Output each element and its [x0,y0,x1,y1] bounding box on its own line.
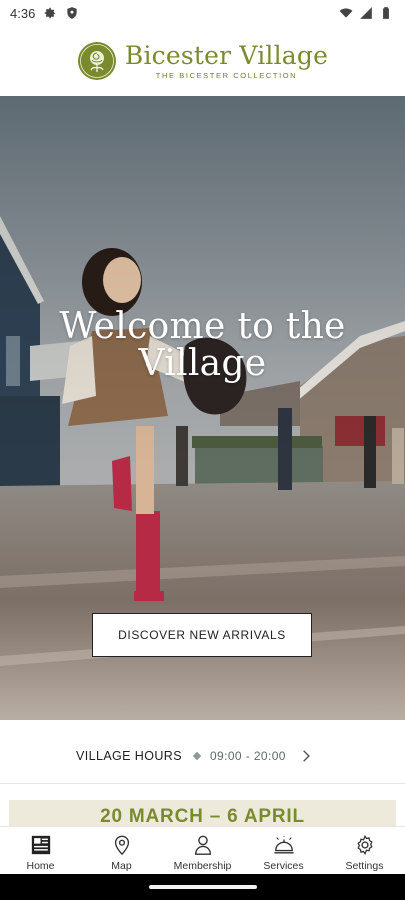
brand-name: Bicester Village [124,41,329,70]
status-right [339,6,393,20]
diamond-separator-icon [192,751,202,760]
nav-home-label: Home [26,860,55,872]
status-bar: 4:36 [0,0,405,26]
brand-subtitle: THE BICESTER COLLECTION [155,71,298,80]
village-hours-value: 09:00 - 20:00 [209,748,286,763]
status-left: 4:36 [10,6,79,21]
nav-settings-label: Settings [345,860,384,872]
wifi-icon [339,6,353,20]
person-icon [194,835,211,855]
nav-map-label: Map [111,860,132,872]
village-hours-row[interactable]: VILLAGE HOURS 09:00 - 20:00 [0,728,405,784]
home-gesture-handle[interactable] [148,885,257,889]
gear-icon [43,6,57,20]
rose-emblem-icon [77,42,116,80]
nav-home[interactable]: Home [0,827,81,874]
app-header: Bicester Village THE BICESTER COLLECTION [0,26,405,96]
signal-icon [359,6,373,20]
village-hours-label: VILLAGE HOURS [76,748,182,763]
discover-new-arrivals-button[interactable]: DISCOVER NEW ARRIVALS [92,613,312,657]
nav-membership[interactable]: Membership [162,827,243,874]
map-pin-icon [114,835,129,856]
nav-settings[interactable]: Settings [324,827,405,874]
chevron-right-icon [303,749,310,762]
gear-icon [356,834,373,856]
brand-text: Bicester Village THE BICESTER COLLECTION [124,41,329,81]
status-time: 4:36 [10,5,36,21]
shield-icon [65,6,79,20]
hero-banner[interactable]: Welcome to the Village DISCOVER NEW ARRI… [0,96,405,720]
newspaper-icon [31,835,50,855]
bottom-navigation: Home Map Membership Services Settings [0,826,405,874]
hero-title: Welcome to the Village [59,306,346,384]
nav-membership-label: Membership [173,860,232,872]
nav-services-label: Services [263,860,304,872]
nav-services[interactable]: Services [243,827,324,874]
system-navigation-bar [0,874,405,900]
promo-dates: 20 MARCH – 6 APRIL [100,806,305,827]
nav-map[interactable]: Map [81,827,162,874]
service-bell-icon [273,835,294,854]
battery-icon [379,6,393,20]
brand-logo[interactable]: Bicester Village THE BICESTER COLLECTION [77,41,328,81]
